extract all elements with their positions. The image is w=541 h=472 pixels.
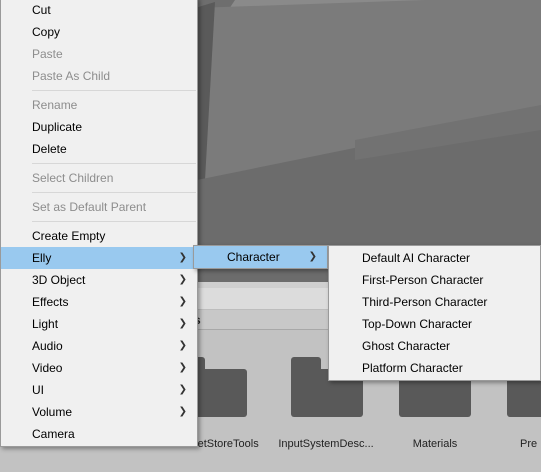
menu-item-set-default-parent[interactable]: Set as Default Parent — [1, 196, 197, 218]
menu-separator — [32, 192, 196, 193]
menu-item-video[interactable]: Video ❯ — [1, 357, 197, 379]
menu-item-label: Volume — [32, 405, 73, 419]
folder-label-inputsystem[interactable]: InputSystemDesc... — [276, 438, 376, 450]
menu-item-elly[interactable]: Elly ❯ — [1, 247, 197, 269]
scene-view[interactable] — [155, 0, 541, 282]
menu-item-label: Platform Character — [362, 361, 463, 375]
menu-separator — [32, 90, 196, 91]
chevron-right-icon: ❯ — [178, 296, 187, 307]
scene-geometry — [155, 0, 541, 282]
menu-item-character[interactable]: Character ❯ — [194, 246, 327, 268]
menu-item-label: Effects — [32, 295, 69, 309]
menu-item-label: Cut — [32, 3, 51, 17]
menu-item-volume[interactable]: Volume ❯ — [1, 401, 197, 423]
menu-item-camera[interactable]: Camera — [1, 423, 197, 445]
menu-item-label: Elly — [32, 251, 52, 265]
menu-item-label: Create Empty — [32, 229, 106, 243]
menu-item-paste-as-child[interactable]: Paste As Child — [1, 65, 197, 87]
menu-item-rename[interactable]: Rename — [1, 94, 197, 116]
menu-item-audio[interactable]: Audio ❯ — [1, 335, 197, 357]
menu-item-first-person-character[interactable]: First-Person Character — [329, 269, 540, 291]
hierarchy-context-menu: Cut Copy Paste Paste As Child Rename Dup… — [0, 0, 198, 447]
character-submenu: Default AI Character First-Person Charac… — [328, 245, 541, 381]
menu-item-third-person-character[interactable]: Third-Person Character — [329, 291, 540, 313]
menu-item-copy[interactable]: Copy — [1, 21, 197, 43]
chevron-right-icon: ❯ — [178, 252, 187, 263]
menu-item-label: Camera — [32, 427, 75, 441]
folder-label-prefabs[interactable]: Pre — [520, 438, 541, 450]
menu-item-label: Paste As Child — [32, 69, 111, 83]
menu-item-ui[interactable]: UI ❯ — [1, 379, 197, 401]
menu-item-label: Video — [32, 361, 63, 375]
folder-label-materials[interactable]: Materials — [400, 438, 470, 450]
chevron-right-icon: ❯ — [178, 406, 187, 417]
menu-item-label: UI — [32, 383, 44, 397]
menu-item-label: First-Person Character — [362, 273, 484, 287]
menu-item-label: Paste — [32, 47, 63, 61]
menu-item-label: Duplicate — [32, 120, 83, 134]
menu-item-ghost-character[interactable]: Ghost Character — [329, 335, 540, 357]
menu-item-cut[interactable]: Cut — [1, 0, 197, 21]
menu-item-effects[interactable]: Effects ❯ — [1, 291, 197, 313]
menu-item-label: 3D Object — [32, 273, 86, 287]
menu-separator — [32, 221, 196, 222]
menu-item-select-children[interactable]: Select Children — [1, 167, 197, 189]
menu-item-paste[interactable]: Paste — [1, 43, 197, 65]
chevron-right-icon: ❯ — [178, 362, 187, 373]
menu-item-platform-character[interactable]: Platform Character — [329, 357, 540, 379]
elly-submenu: Character ❯ — [193, 245, 328, 269]
menu-item-label: Character — [227, 250, 280, 264]
chevron-right-icon: ❯ — [178, 384, 187, 395]
menu-item-duplicate[interactable]: Duplicate — [1, 116, 197, 138]
menu-item-label: Audio — [32, 339, 63, 353]
menu-item-label: Select Children — [32, 171, 114, 185]
menu-item-label: Rename — [32, 98, 78, 112]
menu-item-3d-object[interactable]: 3D Object ❯ — [1, 269, 197, 291]
menu-item-label: Set as Default Parent — [32, 200, 147, 214]
menu-separator — [32, 163, 196, 164]
chevron-right-icon: ❯ — [178, 274, 187, 285]
menu-item-light[interactable]: Light ❯ — [1, 313, 197, 335]
menu-item-top-down-character[interactable]: Top-Down Character — [329, 313, 540, 335]
menu-item-label: Top-Down Character — [362, 317, 473, 331]
menu-item-default-ai-character[interactable]: Default AI Character — [329, 247, 540, 269]
menu-item-create-empty[interactable]: Create Empty — [1, 225, 197, 247]
menu-item-label: Light — [32, 317, 59, 331]
chevron-right-icon: ❯ — [178, 340, 187, 351]
menu-item-label: Delete — [32, 142, 67, 156]
menu-item-delete[interactable]: Delete — [1, 138, 197, 160]
menu-item-label: Ghost Character — [362, 339, 451, 353]
chevron-right-icon: ❯ — [308, 251, 317, 262]
chevron-right-icon: ❯ — [178, 318, 187, 329]
menu-item-label: Default AI Character — [362, 251, 471, 265]
menu-item-label: Third-Person Character — [362, 295, 488, 309]
menu-item-label: Copy — [32, 25, 61, 39]
